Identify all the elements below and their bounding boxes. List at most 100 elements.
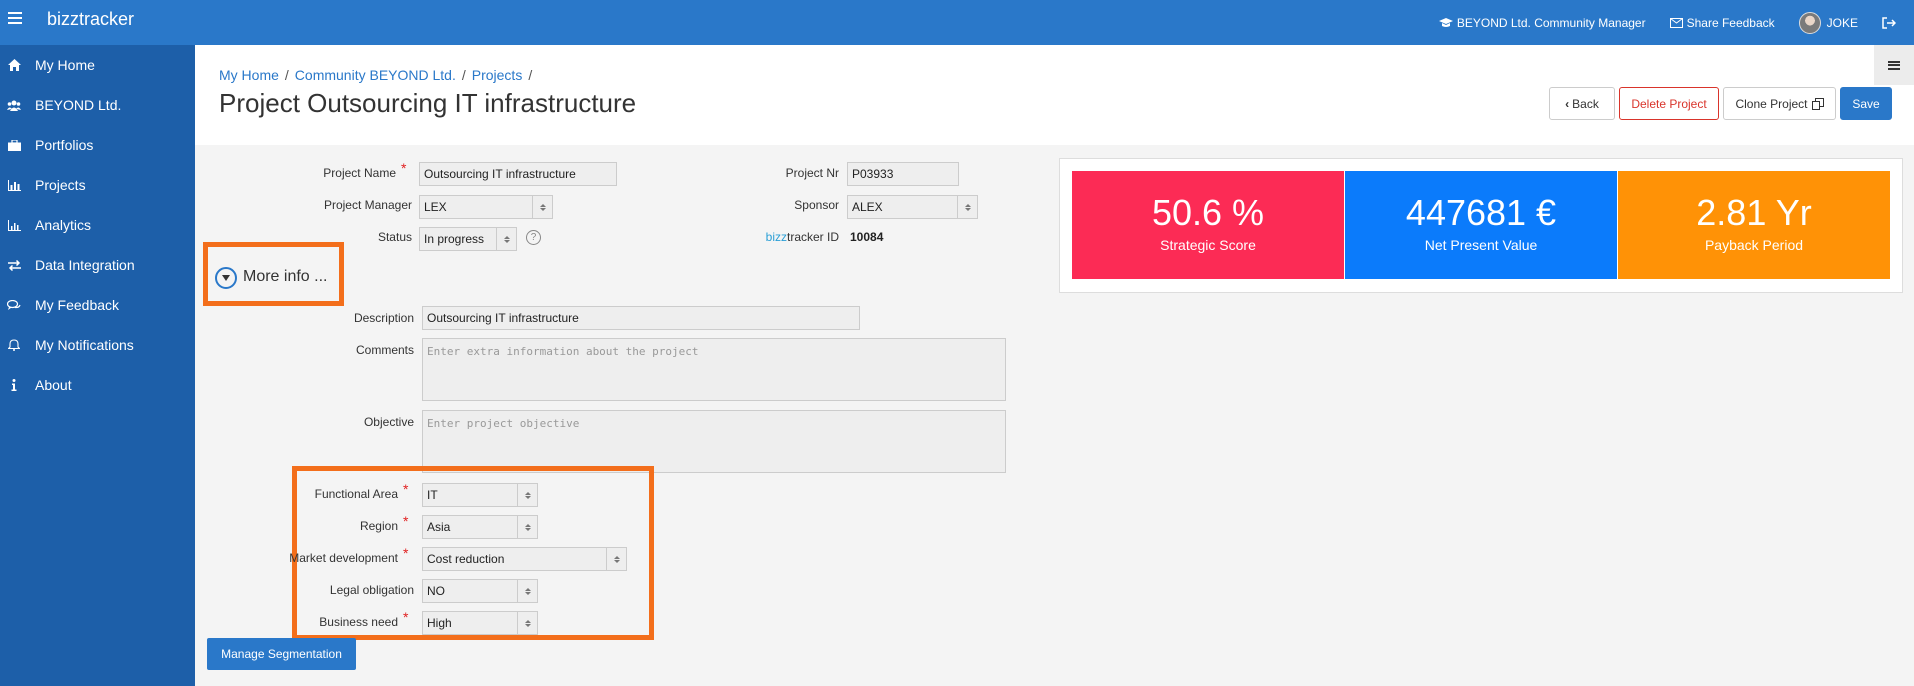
project-nr-label: Project Nr [785, 166, 839, 180]
sidebar-item-label: BEYOND Ltd. [35, 97, 122, 113]
kpi-value: 2.81 Yr [1696, 192, 1812, 233]
exchange-icon [7, 258, 21, 272]
business-need-select[interactable]: High [422, 611, 538, 635]
objective-textarea[interactable]: Enter project objective [422, 410, 1006, 473]
top-bar-actions: BEYOND Ltd. Community Manager Share Feed… [1438, 0, 1914, 45]
sidebar-item-about[interactable]: About [0, 365, 195, 405]
kpi-caption: Payback Period [1704, 237, 1804, 253]
project-manager-label: Project Manager [323, 198, 412, 212]
sidebar-item-my-feedback[interactable]: My Feedback [0, 285, 195, 325]
users-icon [7, 98, 21, 112]
sidebar-item-beyond-ltd[interactable]: BEYOND Ltd. [0, 85, 195, 125]
market-development-select[interactable]: Cost reduction [422, 547, 627, 571]
comments-icon [7, 298, 21, 312]
back-button[interactable]: ‹ Back [1549, 87, 1615, 120]
project-name-label: Project Name [323, 166, 396, 180]
kpi-value: 447681 € [1405, 192, 1557, 233]
sponsor-select[interactable]: ALEX [847, 195, 978, 219]
select-arrows-icon [517, 612, 537, 634]
page-menu-toggle[interactable] [1874, 45, 1914, 85]
home-icon [7, 58, 21, 72]
status-select[interactable]: In progress [419, 227, 517, 251]
functional-area-select[interactable]: IT [422, 483, 538, 507]
project-manager-select[interactable]: LEX [419, 195, 553, 219]
sign-out-icon [1882, 16, 1896, 29]
breadcrumb-separator: / [528, 67, 533, 83]
chevron-left-icon: ‹ [1565, 96, 1570, 111]
sidebar-item-label: Data Integration [35, 257, 135, 273]
share-feedback-link[interactable]: Share Feedback [1669, 15, 1775, 30]
save-button-label: Save [1852, 96, 1880, 111]
project-name-input[interactable]: Outsourcing IT infrastructure [419, 162, 617, 186]
brand-logo[interactable]: bizztracker [47, 9, 134, 30]
avatar [1798, 11, 1821, 34]
bizztracker-id-label: bizztracker ID [739, 230, 839, 244]
sidebar-item-label: About [35, 377, 72, 393]
breadcrumb-community[interactable]: Community BEYOND Ltd. [295, 67, 456, 83]
manage-segmentation-button[interactable]: Manage Segmentation [207, 638, 356, 670]
community-manager-link[interactable]: BEYOND Ltd. Community Manager [1438, 15, 1646, 30]
help-icon[interactable]: ? [526, 230, 541, 245]
sidebar-item-label: Projects [35, 177, 86, 193]
legal-obligation-label: Legal obligation [329, 583, 414, 597]
bizztracker-id-value: 10084 [850, 230, 884, 244]
more-info-toggle[interactable]: More info ... [243, 268, 327, 286]
select-arrows-icon [517, 484, 537, 506]
required-mark: * [403, 481, 409, 497]
sidebar-item-portfolios[interactable]: Portfolios [0, 125, 195, 165]
breadcrumb-my-home[interactable]: My Home [219, 67, 279, 83]
region-select[interactable]: Asia [422, 515, 538, 539]
project-nr-input[interactable]: P03933 [847, 162, 959, 186]
select-arrows-icon [532, 196, 552, 218]
chevron-down-icon[interactable] [215, 267, 237, 289]
clone-project-button[interactable]: Clone Project [1723, 87, 1836, 120]
required-mark: * [401, 160, 407, 176]
sidebar-item-my-home[interactable]: My Home [0, 45, 195, 85]
delete-project-button[interactable]: Delete Project [1619, 87, 1719, 120]
select-arrows-icon [957, 196, 977, 218]
page-header: My Home / Community BEYOND Ltd. / Projects / … [195, 45, 1914, 145]
tracker-id-suffix: tracker ID [786, 230, 839, 244]
bell-icon [7, 338, 21, 352]
description-input[interactable]: Outsourcing IT infrastructure [422, 306, 860, 330]
kpi-strategic-score: 50.6 % Strategic Score [1072, 171, 1344, 279]
business-need-label: Business need [319, 615, 398, 629]
save-button[interactable]: Save [1840, 87, 1892, 120]
status-value: In progress [424, 232, 485, 246]
top-bar: bizztracker BEYOND Ltd. Community Manage… [0, 0, 1914, 45]
page-title: Project Outsourcing IT infrastructure [219, 88, 637, 118]
clone-project-label: Clone Project [1735, 96, 1808, 111]
market-development-value: Cost reduction [427, 552, 505, 566]
comments-textarea[interactable]: Enter extra information about the projec… [422, 338, 1006, 401]
share-feedback-label: Share Feedback [1686, 15, 1775, 30]
project-manager-value: LEX [424, 200, 447, 214]
user-menu[interactable]: JOKE [1798, 11, 1858, 34]
hamburger-menu-icon[interactable] [8, 12, 22, 26]
sidebar-item-my-notifications[interactable]: My Notifications [0, 325, 195, 365]
sidebar-item-analytics[interactable]: Analytics [0, 205, 195, 245]
kpi-payback-period: 2.81 Yr Payback Period [1618, 171, 1890, 279]
market-development-label: Market development [289, 551, 398, 565]
kpi-caption: Strategic Score [1160, 237, 1256, 253]
sidebar-item-label: Analytics [35, 217, 92, 233]
kpi-caption: Net Present Value [1424, 237, 1538, 253]
community-manager-label: BEYOND Ltd. Community Manager [1456, 15, 1646, 30]
briefcase-icon [7, 138, 21, 152]
breadcrumb-separator: / [284, 67, 289, 83]
legal-obligation-value: NO [427, 584, 445, 598]
breadcrumb-separator: / [461, 67, 466, 83]
region-value: Asia [427, 520, 451, 534]
back-button-label: Back [1572, 96, 1599, 111]
sidebar-item-data-integration[interactable]: Data Integration [0, 245, 195, 285]
info-icon [7, 378, 21, 392]
region-label: Region [359, 519, 398, 533]
functional-area-label: Functional Area [314, 487, 398, 501]
logout-button[interactable] [1882, 16, 1900, 29]
bizz-prefix: bizz [765, 230, 787, 244]
sidebar-item-label: My Home [35, 57, 95, 73]
legal-obligation-select[interactable]: NO [422, 579, 538, 603]
sidebar-item-projects[interactable]: Projects [0, 165, 195, 205]
sidebar: My Home BEYOND Ltd. Portfolios Projects … [0, 45, 195, 686]
breadcrumb-projects[interactable]: Projects [472, 67, 523, 83]
select-arrows-icon [517, 580, 537, 602]
